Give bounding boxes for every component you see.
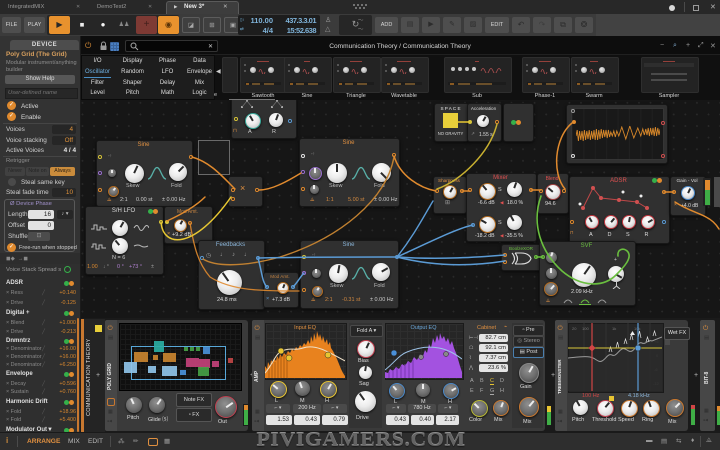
svg-text:100: 100	[582, 326, 589, 331]
svg-text:1k: 1k	[612, 326, 616, 331]
svg-text:20: 20	[572, 326, 577, 331]
svg-text:10k: 10k	[634, 326, 640, 331]
